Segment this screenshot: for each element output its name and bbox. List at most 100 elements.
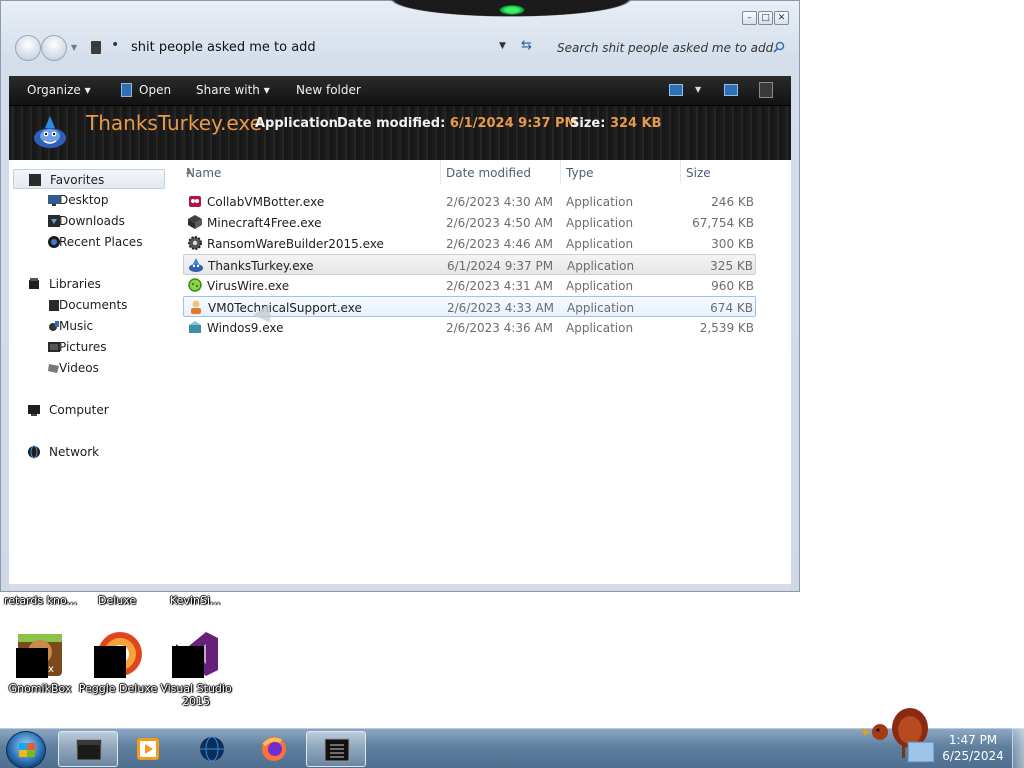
preview-pane-icon[interactable]	[724, 84, 738, 96]
desktop-icon-label: Visual Studio 2015	[160, 682, 232, 708]
column-header-type[interactable]: Type	[561, 160, 681, 184]
column-header-name[interactable]: Name ▲	[181, 160, 441, 184]
column-header-size[interactable]: Size	[681, 160, 756, 184]
nav-item-label: Libraries	[49, 277, 101, 291]
desktop-icon-label[interactable]: retards kno...	[4, 594, 77, 607]
start-button[interactable]	[6, 731, 46, 768]
file-date: 2/6/2023 4:30 AM	[446, 195, 554, 209]
search-icon[interactable]	[773, 41, 785, 53]
desktop-icon-label[interactable]: Deluxe	[98, 594, 136, 607]
file-size: 246 KB	[711, 195, 754, 209]
nav-item-favorites[interactable]: Favorites	[13, 169, 165, 189]
nav-item-label: Documents	[59, 298, 128, 312]
address-dropdown-icon[interactable]: ▼	[499, 41, 506, 51]
forward-button[interactable]	[41, 35, 67, 61]
file-type: Application	[566, 195, 634, 209]
peggle-icon	[94, 630, 142, 678]
file-row[interactable]: VirusWire.exe 2/6/2023 4:31 AM Applicati…	[183, 275, 756, 296]
visual-studio-icon	[172, 630, 220, 678]
terminal-icon	[324, 738, 350, 762]
file-name: ThanksTurkey.exe	[208, 259, 314, 273]
refresh-icon[interactable]: ⇆	[521, 38, 532, 53]
recent-pages-dropdown-icon[interactable]: ▼	[71, 43, 77, 52]
sort-ascending-icon: ▲	[186, 166, 193, 175]
view-options-dropdown-icon[interactable]: ▼	[695, 85, 701, 94]
column-header-label: Size	[686, 166, 711, 180]
open-button[interactable]: Open	[121, 83, 171, 97]
taskbar-explorer[interactable]	[58, 731, 118, 767]
taskbar-firefox[interactable]	[244, 731, 304, 767]
taskbar-globe-app[interactable]	[182, 731, 242, 767]
column-header-date-modified[interactable]: Date modified	[441, 160, 561, 184]
selected-file-type: Application	[255, 116, 338, 131]
file-date: 6/1/2024 9:37 PM	[447, 259, 554, 273]
change-view-icon[interactable]	[669, 84, 683, 96]
window-bottom-border	[9, 584, 791, 590]
organize-menu[interactable]: Organize ▾	[27, 83, 91, 97]
file-date: 2/6/2023 4:31 AM	[446, 279, 554, 293]
taskbar-media-player[interactable]	[118, 731, 178, 767]
new-folder-button[interactable]: New folder	[296, 83, 361, 97]
file-date: 2/6/2023 4:36 AM	[446, 321, 554, 335]
file-row[interactable]: RansomWareBuilder2015.exe 2/6/2023 4:46 …	[183, 233, 756, 254]
maximize-button[interactable]: □	[758, 11, 773, 25]
file-date: 2/6/2023 4:50 AM	[446, 216, 554, 230]
globe-icon	[200, 736, 224, 762]
share-with-label: Share with	[196, 83, 260, 97]
gnomikbox-icon: x	[16, 630, 64, 678]
bot-icon	[189, 196, 201, 207]
minimize-button[interactable]: –	[742, 11, 757, 25]
file-type: Application	[566, 237, 634, 251]
desktop-icon-visual-studio[interactable]: Visual Studio 2015	[156, 630, 236, 708]
command-bar: Organize ▾ Open Share with ▾ New folder …	[9, 76, 791, 106]
file-type: Application	[567, 259, 635, 273]
desktop-icon-peggle[interactable]: Peggle Deluxe	[78, 630, 158, 695]
size-label: Size:	[570, 116, 606, 131]
system-clock[interactable]: 1:47 PM 6/25/2024	[938, 732, 1008, 764]
nav-item-label: Computer	[49, 403, 109, 417]
open-icon	[121, 83, 132, 97]
nav-item-label: Music	[59, 319, 94, 333]
file-size: 960 KB	[711, 279, 754, 293]
desktop-icon-gnomikbox[interactable]: x GnomikBox	[0, 630, 80, 695]
back-button[interactable]	[15, 35, 41, 61]
file-type: Application	[566, 279, 634, 293]
desktop-icon-label: GnomikBox	[8, 682, 72, 695]
file-row[interactable]: Minecraft4Free.exe 2/6/2023 4:50 AM Appl…	[183, 212, 756, 233]
share-with-menu[interactable]: Share with ▾	[196, 83, 270, 97]
address-breadcrumb[interactable]: shit people asked me to add	[131, 40, 316, 55]
windows-logo-icon	[19, 743, 35, 757]
file-date: 2/6/2023 4:46 AM	[446, 237, 554, 251]
nav-item-label: Videos	[59, 361, 99, 375]
help-icon[interactable]	[759, 82, 773, 98]
desktop-icon-label[interactable]: KevinSi...	[170, 594, 221, 607]
taskbar-terminal[interactable]	[306, 731, 366, 767]
file-row[interactable]: CollabVMBotter.exe 2/6/2023 4:30 AM Appl…	[183, 191, 756, 212]
censor-block	[16, 648, 48, 678]
firefox-icon	[262, 737, 286, 761]
nav-item-label: Recent Places	[59, 235, 143, 249]
file-name: CollabVMBotter.exe	[207, 195, 325, 209]
selected-file-name: ThanksTurkey.exe	[86, 111, 262, 135]
address-bar-row: ▼ • shit people asked me to add ▼ ⇆ Sear…	[11, 33, 793, 65]
network-globe-icon	[28, 445, 40, 459]
close-button[interactable]: ✕	[774, 11, 789, 25]
svg-text:x: x	[48, 664, 54, 675]
search-input[interactable]: Search shit people asked me to add	[555, 37, 789, 61]
file-name: VirusWire.exe	[207, 279, 290, 293]
breadcrumb-separator-icon[interactable]: •	[111, 37, 119, 53]
clock-date: 6/25/2024	[942, 749, 1004, 763]
turkey-app-icon	[34, 116, 66, 148]
nav-item-label: Favorites	[50, 173, 105, 187]
date-modified-value: 6/1/2024 9:37 PM	[449, 116, 578, 131]
date-modified-label: Date modified:	[337, 116, 446, 131]
file-type: Application	[567, 301, 635, 315]
explorer-folder-icon	[76, 739, 102, 761]
file-name: RansomWareBuilder2015.exe	[207, 237, 384, 251]
show-desktop-button[interactable]	[1012, 728, 1024, 768]
theme-ornament	[361, 0, 661, 21]
file-row[interactable]: ThanksTurkey.exe 6/1/2024 9:37 PM Applic…	[183, 254, 756, 275]
media-player-icon	[137, 738, 159, 760]
file-list-pane: Name ▲ Date modified Type Size CollabVMB…	[173, 160, 791, 584]
nav-item-label: Network	[49, 445, 100, 459]
